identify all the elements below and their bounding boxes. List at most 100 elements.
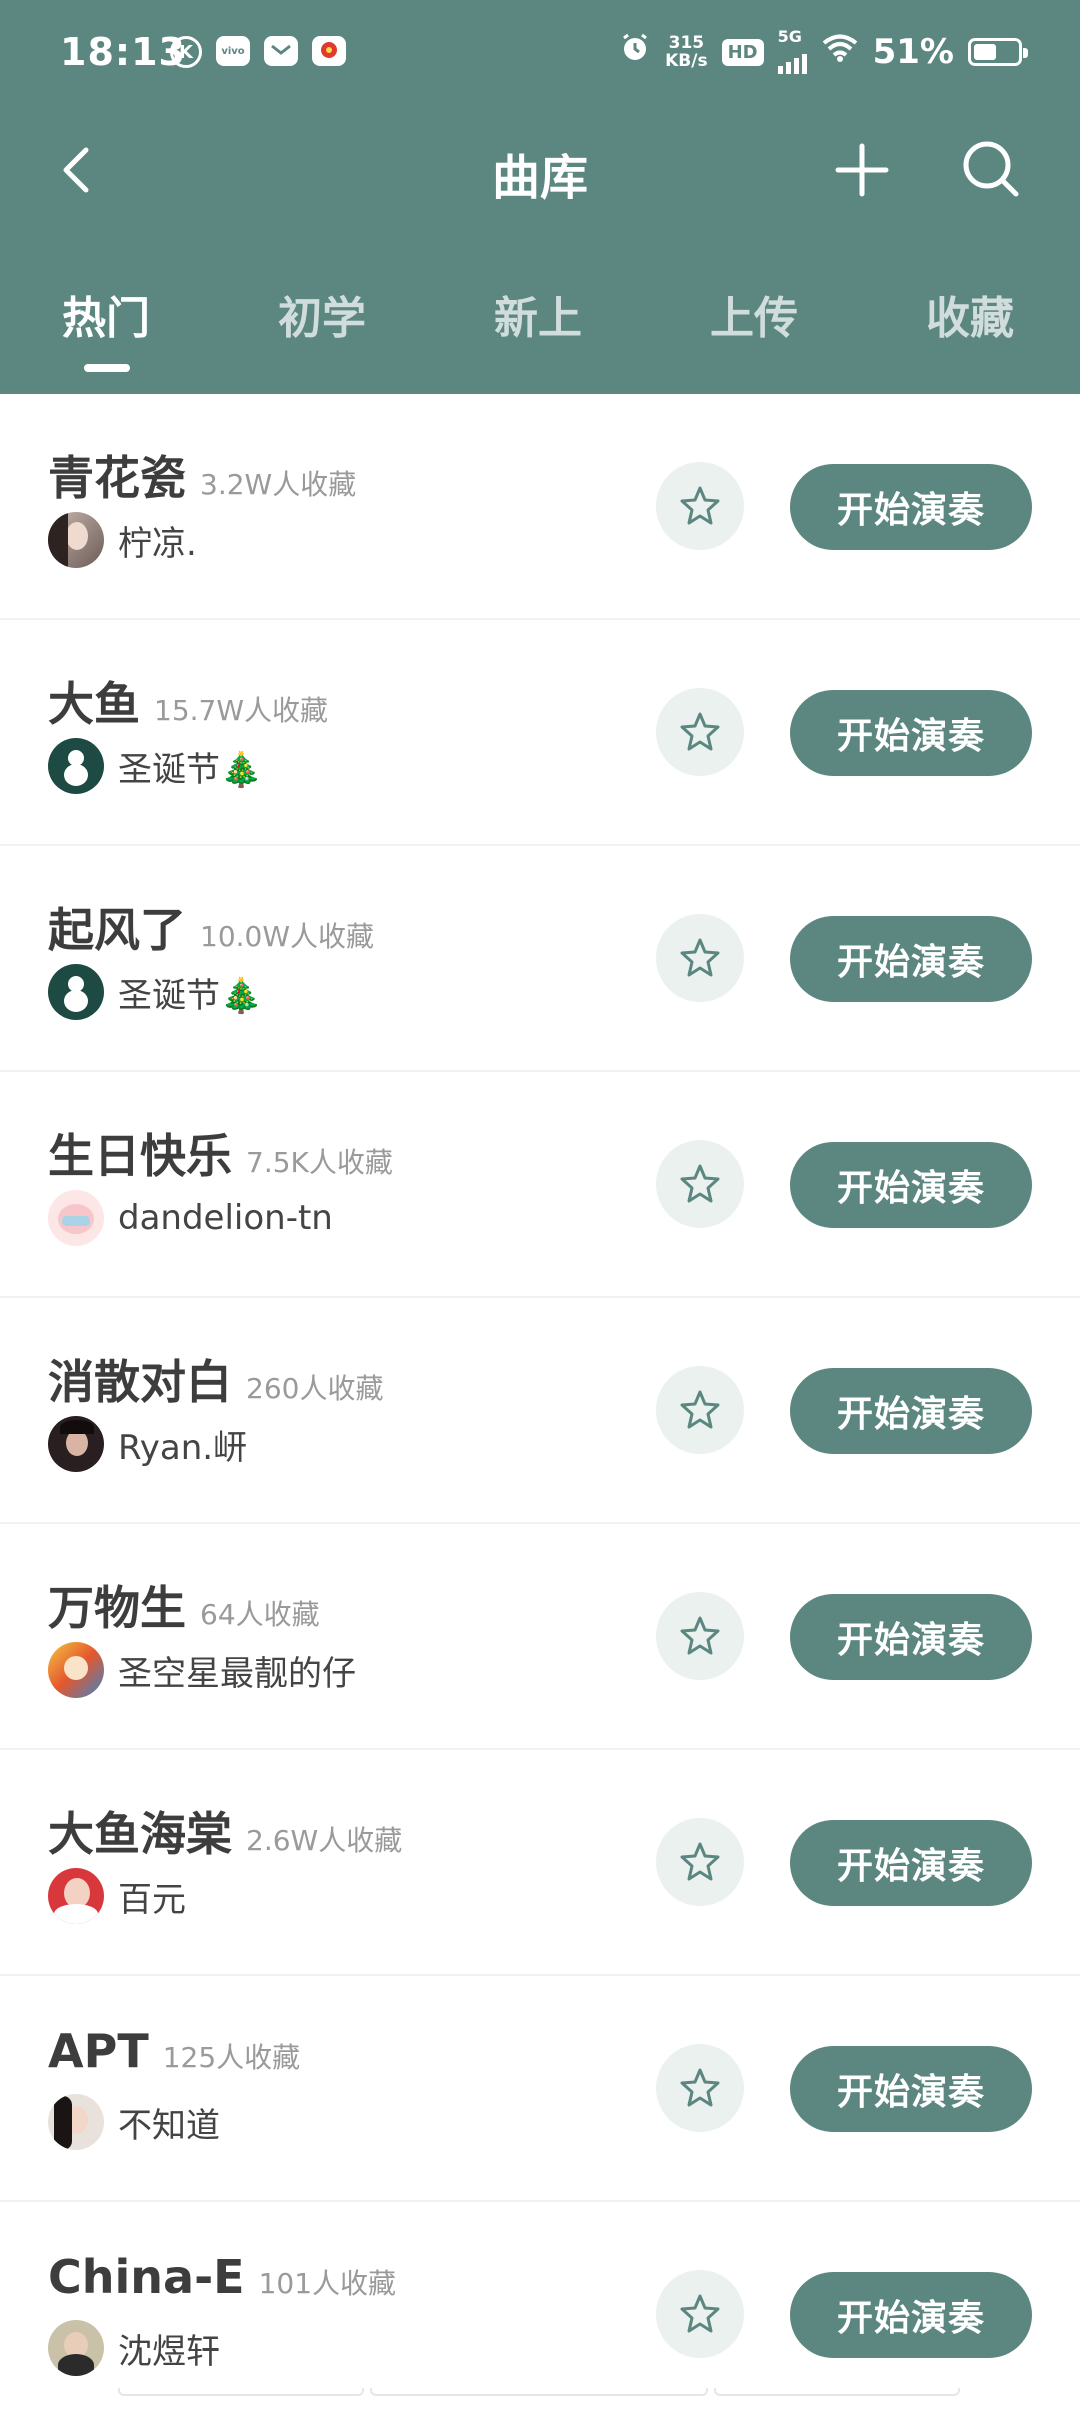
tab-new[interactable]: 新上 <box>494 282 582 346</box>
bottom-edge-segment <box>370 2388 708 2396</box>
song-title: 大鱼 15.7W人收藏 <box>48 668 328 734</box>
avatar <box>48 1190 104 1246</box>
favorite-button[interactable] <box>656 1592 744 1680</box>
song-title-text: 青花瓷 <box>48 451 186 505</box>
star-icon <box>680 1616 720 1655</box>
page-title: 曲库 <box>491 150 588 206</box>
tab-hot[interactable]: 热门 <box>62 282 150 346</box>
star-icon <box>680 2294 720 2333</box>
favorite-button[interactable] <box>656 914 744 1002</box>
song-title-text: China-E <box>48 2250 245 2304</box>
start-play-button[interactable]: 开始演奏 <box>790 1594 1032 1680</box>
status-right: 315 KB/s HD 5G 51% <box>619 27 1028 74</box>
avatar <box>48 964 104 1020</box>
favorite-count: 64人收藏 <box>200 1598 320 1631</box>
bottom-edge-tabs <box>118 2388 960 2396</box>
favorite-count: 260人收藏 <box>246 1372 384 1405</box>
notification-icons: K vivo <box>170 36 346 68</box>
author: 百元 <box>48 1868 186 1924</box>
signal-label: 5G <box>777 27 802 46</box>
list-item[interactable]: APT 125人收藏 不知道 开始演奏 <box>0 1976 1080 2202</box>
favorite-button[interactable] <box>656 1366 744 1454</box>
alarm-icon <box>619 32 651 73</box>
list-item[interactable]: 青花瓷 3.2W人收藏 柠凉. 开始演奏 <box>0 394 1080 620</box>
bottom-edge-segment <box>118 2388 364 2396</box>
status-bar: 18:13 K vivo 315 KB/s HD 5G 51% <box>0 0 1080 110</box>
start-play-button[interactable]: 开始演奏 <box>790 916 1032 1002</box>
battery-percent: 51% <box>872 32 954 72</box>
category-tabs: 热门 初学 新上 上传 收藏 <box>0 282 1080 392</box>
tab-favorites[interactable]: 收藏 <box>926 282 1014 346</box>
net-speed: 315 KB/s <box>665 34 707 70</box>
author: 不知道 <box>48 2094 220 2150</box>
star-icon <box>680 1164 720 1203</box>
start-play-button[interactable]: 开始演奏 <box>790 1368 1032 1454</box>
star-icon <box>680 486 720 525</box>
start-play-button[interactable]: 开始演奏 <box>790 2046 1032 2132</box>
song-title: 起风了 10.0W人收藏 <box>48 894 374 960</box>
avatar <box>48 1416 104 1472</box>
list-item[interactable]: 大鱼 15.7W人收藏 圣诞节🎄 开始演奏 <box>0 620 1080 846</box>
favorite-count: 15.7W人收藏 <box>154 694 329 727</box>
start-play-button[interactable]: 开始演奏 <box>790 1142 1032 1228</box>
status-time: 18:13 <box>60 30 186 74</box>
favorite-count: 125人收藏 <box>162 2041 301 2074</box>
author: 圣空星最靓的仔 <box>48 1642 356 1698</box>
song-title: China-E 101人收藏 <box>48 2250 396 2304</box>
start-play-button[interactable]: 开始演奏 <box>790 2272 1032 2358</box>
author-name: 圣诞节🎄 <box>118 749 263 790</box>
k-circle-icon: K <box>170 36 202 68</box>
song-title: 生日快乐 7.5K人收藏 <box>48 1120 393 1186</box>
song-title-text: 消散对白 <box>48 1355 232 1409</box>
author: 沈煜轩 <box>48 2320 220 2376</box>
favorite-button[interactable] <box>656 1140 744 1228</box>
start-play-button[interactable]: 开始演奏 <box>790 1820 1032 1906</box>
avatar <box>48 738 104 794</box>
song-title-text: 大鱼海棠 <box>48 1807 232 1861</box>
favorite-count: 10.0W人收藏 <box>200 920 375 953</box>
favorite-count: 2.6W人收藏 <box>246 1824 403 1857</box>
star-icon <box>680 1390 720 1429</box>
avatar <box>48 512 104 568</box>
author: 圣诞节🎄 <box>48 964 262 1020</box>
favorite-button[interactable] <box>656 688 744 776</box>
list-item[interactable]: 万物生 64人收藏 圣空星最靓的仔 开始演奏 <box>0 1524 1080 1750</box>
tab-upload[interactable]: 上传 <box>710 282 798 346</box>
song-title-text: 起风了 <box>48 903 186 957</box>
favorite-button[interactable] <box>656 2270 744 2358</box>
search-button[interactable] <box>958 136 1024 202</box>
author: Ryan.岍 <box>48 1416 247 1472</box>
list-item[interactable]: 消散对白 260人收藏 Ryan.岍 开始演奏 <box>0 1298 1080 1524</box>
author: 柠凉. <box>48 512 197 568</box>
list-item[interactable]: 起风了 10.0W人收藏 圣诞节🎄 开始演奏 <box>0 846 1080 1072</box>
song-title-text: APT <box>48 2024 149 2078</box>
star-icon <box>680 938 720 977</box>
favorite-button[interactable] <box>656 2044 744 2132</box>
search-icon <box>963 141 1019 197</box>
wifi-icon <box>821 32 859 72</box>
star-icon <box>680 2068 720 2107</box>
author-name: dandelion-tn <box>118 1198 333 1238</box>
add-button[interactable] <box>830 138 894 202</box>
author: dandelion-tn <box>48 1190 333 1246</box>
favorite-button[interactable] <box>656 462 744 550</box>
list-item[interactable]: 大鱼海棠 2.6W人收藏 百元 开始演奏 <box>0 1750 1080 1976</box>
song-title: 万物生 64人收藏 <box>48 1572 320 1638</box>
tab-beginner[interactable]: 初学 <box>278 282 366 346</box>
back-button[interactable] <box>50 140 110 200</box>
author-name: 柠凉. <box>118 523 197 564</box>
battery-icon <box>968 38 1028 66</box>
start-play-button[interactable]: 开始演奏 <box>790 690 1032 776</box>
nav-bar: 曲库 <box>0 110 1080 230</box>
song-title-text: 万物生 <box>48 1581 186 1635</box>
song-title: 消散对白 260人收藏 <box>48 1346 383 1412</box>
active-tab-indicator <box>84 364 130 372</box>
start-play-button[interactable]: 开始演奏 <box>790 464 1032 550</box>
vivo-app-icon: vivo <box>216 36 250 66</box>
favorite-button[interactable] <box>656 1818 744 1906</box>
avatar <box>48 2320 104 2376</box>
chevron-left-icon <box>63 147 89 193</box>
list-item[interactable]: 生日快乐 7.5K人收藏 dandelion-tn 开始演奏 <box>0 1072 1080 1298</box>
author-name: 圣空星最靓的仔 <box>118 1653 356 1694</box>
song-title: 青花瓷 3.2W人收藏 <box>48 442 356 508</box>
